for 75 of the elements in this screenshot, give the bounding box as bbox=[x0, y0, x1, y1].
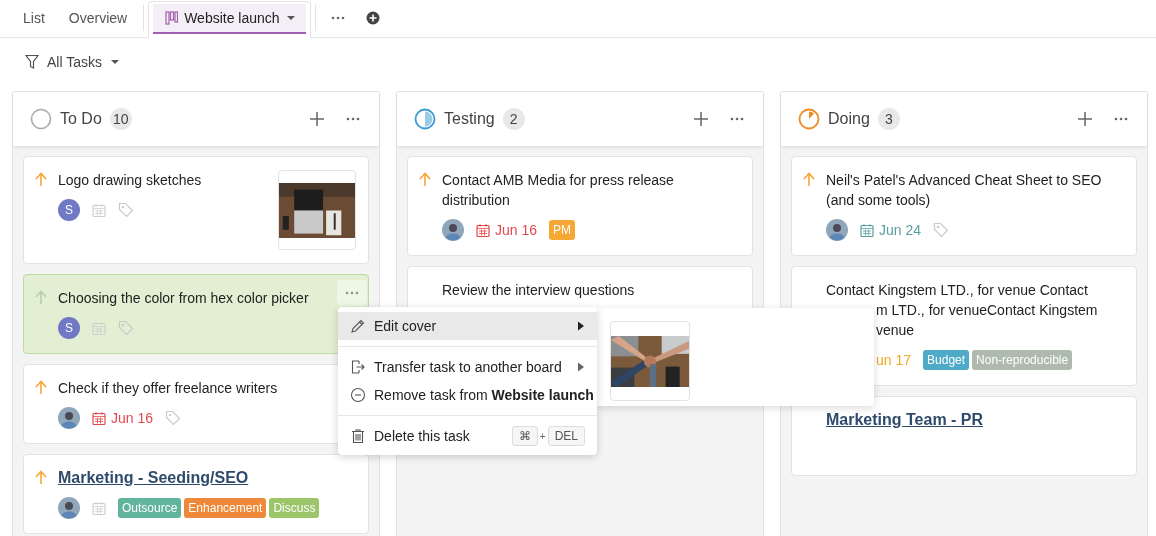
avatar bbox=[826, 219, 848, 241]
calendar-icon bbox=[860, 223, 874, 237]
pie-circle-icon bbox=[798, 108, 820, 130]
tag-icon bbox=[165, 410, 182, 426]
card-title: m LTD., for venueContact Kingstem bbox=[876, 301, 1099, 320]
calendar-icon bbox=[92, 411, 106, 425]
count-badge: 3 bbox=[877, 108, 900, 130]
task-card[interactable]: Contact AMB Media for press release distribution Jun 16 PM bbox=[407, 156, 753, 256]
card-title: venue bbox=[876, 321, 916, 340]
add-circle-icon[interactable] bbox=[365, 11, 380, 25]
card-title: Neil's Patel's Advanced Cheat Sheet to SEO (and some tools) bbox=[826, 171, 1103, 210]
card-title: Choosing the color from hex color picker bbox=[58, 289, 310, 308]
pencil-icon bbox=[350, 318, 366, 334]
task-card[interactable]: Choosing the color from hex color picker S bbox=[23, 274, 369, 354]
tag-icon bbox=[118, 320, 134, 336]
card-title: Logo drawing sketches bbox=[58, 171, 203, 190]
count-badge: 2 bbox=[502, 108, 525, 130]
tag: Outsource bbox=[118, 498, 182, 518]
trash-icon bbox=[350, 428, 366, 444]
exit-icon bbox=[350, 359, 366, 375]
filter-icon bbox=[25, 54, 39, 70]
calendar-icon bbox=[476, 223, 490, 237]
calendar-icon bbox=[92, 501, 106, 515]
avatar bbox=[58, 407, 80, 429]
tag-icon bbox=[933, 222, 950, 238]
card-title: Check if they offer freelance writers bbox=[58, 379, 279, 398]
avatar: S bbox=[58, 317, 80, 339]
caret-down-icon bbox=[285, 14, 296, 22]
cover-option[interactable] bbox=[610, 321, 690, 401]
task-link[interactable]: Marketing - Seeding/SEO bbox=[58, 468, 356, 488]
filter-dropdown[interactable]: All Tasks bbox=[25, 54, 120, 70]
menu-item[interactable]: Edit cover bbox=[338, 312, 597, 340]
tag: Enhancement bbox=[184, 498, 267, 518]
tag: Non-reproducible bbox=[972, 350, 1073, 370]
task-card[interactable]: Neil's Patel's Advanced Cheat Sheet to SEO (and some tools) Jun 24 bbox=[791, 156, 1137, 256]
tag: Discuss bbox=[269, 498, 320, 518]
empty-circle-icon bbox=[30, 108, 52, 130]
due-date: Jun 16 bbox=[92, 410, 154, 426]
submenu-arrow-icon bbox=[577, 362, 585, 372]
due-date: un 17 bbox=[876, 352, 912, 368]
tab[interactable]: List bbox=[11, 0, 57, 37]
calendar-icon bbox=[92, 321, 106, 335]
minus-circle-icon bbox=[350, 387, 366, 403]
key-cap: ⌘ bbox=[511, 426, 538, 446]
avatar bbox=[58, 497, 80, 519]
avatar: S bbox=[58, 199, 80, 221]
card-title: Contact Kingstem LTD., for venue Contact bbox=[826, 281, 1089, 300]
column-title: Doing bbox=[828, 110, 870, 128]
count-badge: 10 bbox=[109, 108, 132, 130]
tab[interactable]: Overview bbox=[56, 0, 140, 37]
avatar bbox=[442, 219, 464, 241]
task-card[interactable]: Marketing Team - PR bbox=[791, 396, 1137, 476]
board-icon bbox=[165, 11, 179, 25]
plus-icon[interactable] bbox=[309, 111, 325, 127]
card-title: Review the interview questions bbox=[442, 281, 636, 300]
task-link[interactable]: Marketing Team - PR bbox=[826, 410, 1124, 430]
key-separator: + bbox=[539, 430, 546, 442]
column-title: Testing bbox=[444, 110, 495, 128]
due-date: Jun 24 bbox=[860, 222, 922, 238]
tab[interactable]: Website launch bbox=[153, 4, 306, 34]
tag: PM bbox=[549, 220, 576, 240]
column-title: To Do bbox=[60, 110, 102, 128]
tag-icon bbox=[118, 202, 134, 218]
plus-icon[interactable] bbox=[1077, 111, 1093, 127]
half-circle-icon bbox=[414, 108, 436, 130]
task-card[interactable]: Logo drawing sketches S bbox=[23, 156, 369, 264]
key-cap: DEL bbox=[547, 426, 585, 446]
task-card[interactable]: Marketing - Seeding/SEO Outsource Enhancement Discuss bbox=[23, 454, 369, 534]
submenu-arrow-icon bbox=[577, 321, 585, 331]
card-title: Contact AMB Media for press release distribution bbox=[442, 171, 675, 210]
calendar-icon bbox=[92, 203, 106, 217]
plus-icon[interactable] bbox=[693, 111, 709, 127]
caret-down-icon bbox=[110, 58, 120, 66]
due-date: Jun 16 bbox=[476, 222, 538, 238]
tag: Budget bbox=[923, 350, 970, 370]
